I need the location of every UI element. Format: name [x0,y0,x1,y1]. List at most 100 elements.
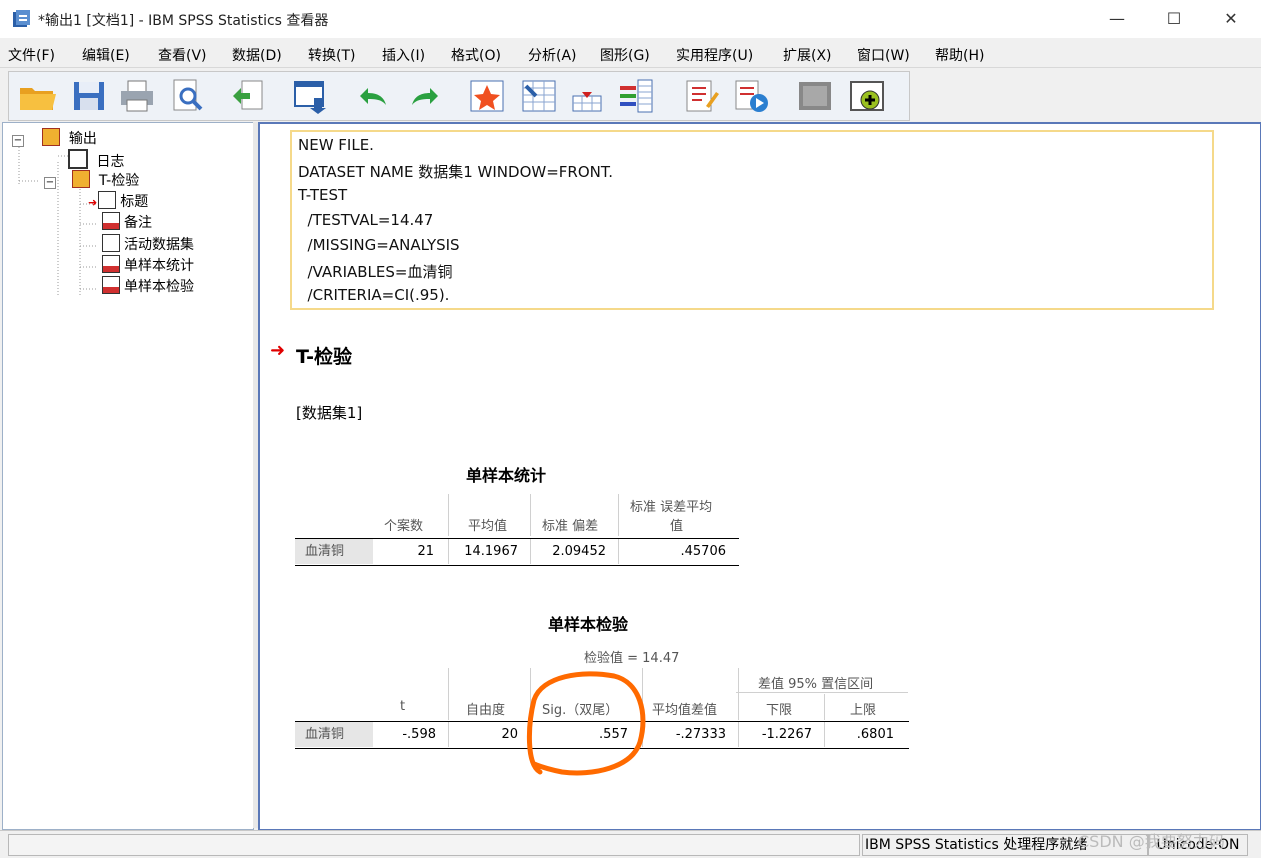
undo-icon[interactable] [354,78,392,114]
table-divider [530,539,531,564]
table-divider [738,668,739,720]
tree-item-one-sample-test[interactable]: 单样本检验 [102,276,194,296]
output-content-pane[interactable]: NEW FILE. DATASET NAME 数据集1 WINDOW=FRONT… [258,122,1261,831]
tree-item-log-label: 日志 [96,154,125,170]
tree-item-one-sample-test-label: 单样本检验 [124,279,194,295]
collapse-icon[interactable]: − [44,177,56,189]
collapse-icon[interactable]: − [12,135,24,147]
title-doc-icon [98,191,117,209]
menu-help[interactable]: 帮助(H) [935,45,984,65]
save-icon[interactable] [70,78,108,114]
test-value-df: 20 [501,727,518,742]
stats-header-n: 个案数 [384,519,424,534]
tree-item-ttest[interactable]: − T-检验 [44,170,139,190]
stats-value-mean: 14.1967 [464,544,518,559]
test-value-lower: -1.2267 [761,727,812,742]
test-row-label: 血清铜 [295,722,373,747]
log-icon [68,149,88,169]
export-icon[interactable] [230,78,268,114]
table-divider [448,539,449,564]
test-header-upper: 上限 [850,703,877,718]
show-icon[interactable] [848,78,886,114]
tree-item-title[interactable]: ➜ 标题 [88,191,148,211]
tree-item-ttest-label: T-检验 [98,173,140,189]
table-divider [448,722,449,747]
syntax-log-box[interactable]: NEW FILE. DATASET NAME 数据集1 WINDOW=FRONT… [290,130,1214,310]
stats-table-title: 单样本统计 [466,466,547,485]
table-divider [530,494,531,536]
open-icon[interactable] [18,78,56,114]
table-rule [295,565,739,566]
ci-header: 差值 95% 置信区间 [758,677,874,692]
tree-item-active-dataset-label: 活动数据集 [124,237,194,253]
current-item-arrow-icon: ➜ [88,196,98,209]
syntax-line: /VARIABLES=血清铜 [298,263,453,281]
menu-analyze[interactable]: 分析(A) [528,45,577,65]
stats-header-se-cont: 值 [670,519,684,534]
menu-extensions[interactable]: 扩展(X) [783,45,832,65]
menu-window[interactable]: 窗口(W) [857,45,910,65]
menu-data[interactable]: 数据(D) [232,45,282,65]
print-preview-icon[interactable] [168,78,206,114]
tree-item-notes[interactable]: 备注 [102,212,152,232]
table-divider [824,722,825,747]
menu-edit[interactable]: 编辑(E) [82,45,130,65]
window-title: *输出1 [文档1] - IBM SPSS Statistics 查看器 [38,13,329,29]
tree-item-active-dataset[interactable]: 活动数据集 [102,234,194,254]
table-divider [738,722,739,747]
menu-format[interactable]: 格式(O) [451,45,501,65]
menu-view[interactable]: 查看(V) [158,45,207,65]
table-divider [448,494,449,536]
section-title[interactable]: T-检验 [296,342,352,369]
minimize-button[interactable]: — [1089,0,1145,38]
table-divider [618,539,619,564]
syntax-line: /MISSING=ANALYSIS [298,236,460,254]
tree-item-one-sample-stats-label: 单样本统计 [124,258,194,274]
table-divider [824,694,825,720]
maximize-button[interactable]: ☐ [1146,0,1202,38]
text-doc-icon [102,234,120,252]
designate-window-icon[interactable] [682,78,720,114]
dataset-label: [数据集1] [296,404,363,422]
recall-dialog-icon[interactable] [292,78,330,114]
test-header-mean-diff: 平均值差值 [652,703,718,718]
stats-value-se: .45706 [680,544,727,559]
hide-icon[interactable] [796,78,834,114]
spss-app-icon [13,10,30,27]
test-value-t: -.598 [402,727,436,742]
tree-item-one-sample-stats[interactable]: 单样本统计 [102,255,194,275]
tree-item-output[interactable]: − 输出 [12,128,97,148]
redo-icon[interactable] [406,78,444,114]
menu-transform[interactable]: 转换(T) [308,45,355,65]
test-table-title: 单样本检验 [548,615,629,634]
menu-bar: 文件(F) 编辑(E) 查看(V) 数据(D) 转换(T) 插入(I) 格式(O… [0,39,1261,68]
syntax-line: T-TEST [298,186,348,204]
watermark: CSDN @我要努力码 [1078,832,1225,851]
goto-variable-icon[interactable] [568,78,606,114]
pivot-table-icon [102,255,120,273]
pivot-table-icon [102,276,120,294]
stats-value-sd: 2.09452 [552,544,606,559]
stats-value-n: 21 [417,544,434,559]
test-header-lower: 下限 [766,703,793,718]
status-message-area [8,834,860,856]
menu-file[interactable]: 文件(F) [8,45,55,65]
goto-data-icon[interactable] [468,78,506,114]
goto-case-icon[interactable] [520,78,558,114]
close-button[interactable]: ✕ [1203,0,1259,38]
tree-item-log[interactable]: 日志 [68,149,124,171]
menu-utilities[interactable]: 实用程序(U) [676,45,753,65]
stats-header-sd: 标准 偏差 [542,519,599,534]
syntax-line: DATASET NAME 数据集1 WINDOW=FRONT. [298,163,614,181]
stats-row-label: 血清铜 [295,539,373,564]
menu-insert[interactable]: 插入(I) [382,45,425,65]
tree-item-output-label: 输出 [68,131,97,147]
variables-icon[interactable] [618,78,656,114]
test-value-mean-diff: -.27333 [675,727,726,742]
run-script-icon[interactable] [732,78,770,114]
syntax-line: /TESTVAL=14.47 [298,211,434,229]
menu-graphs[interactable]: 图形(G) [600,45,650,65]
current-item-arrow-icon: ➜ [270,340,286,361]
print-icon[interactable] [118,78,156,114]
stats-header-mean: 平均值 [468,519,508,534]
